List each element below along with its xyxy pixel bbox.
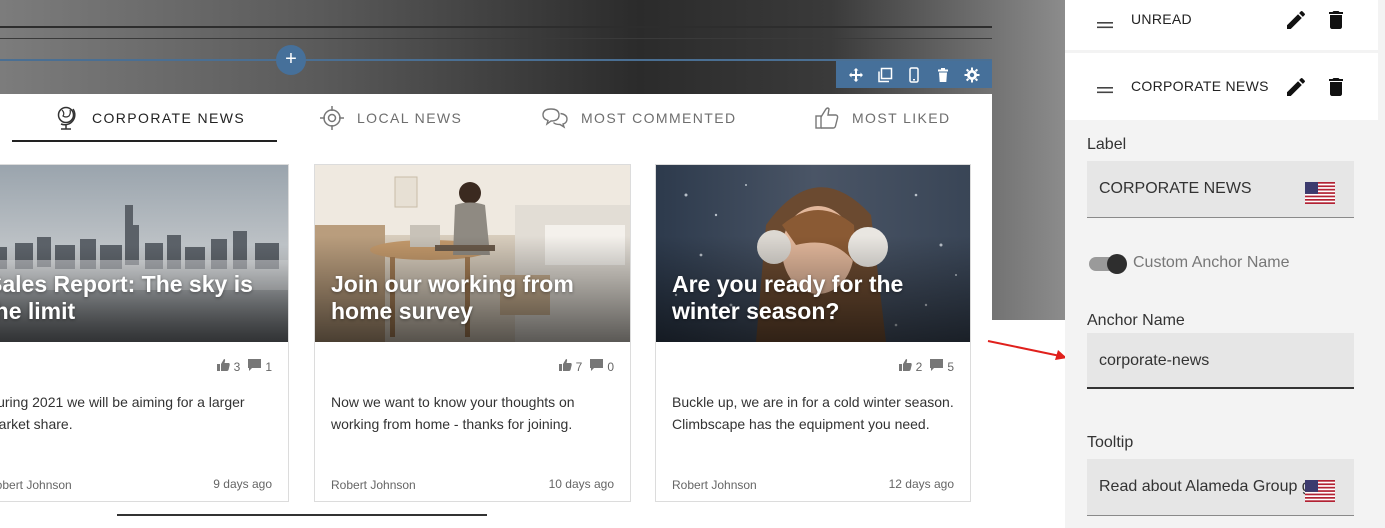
settings-icon[interactable]: [963, 66, 981, 84]
edit-icon[interactable]: [1284, 75, 1308, 99]
tab-label: CORPORATE NEWS: [92, 110, 246, 126]
card-stats: 2 5: [898, 359, 954, 374]
tab-label: LOCAL NEWS: [357, 110, 463, 126]
label-field-value: CORPORATE NEWS: [1099, 180, 1252, 197]
drag-handle-icon[interactable]: [1097, 17, 1113, 35]
anchor-field-label: Anchor Name: [1087, 312, 1185, 329]
news-card[interactable]: Sales Report: The sky is the limit 3 1 D…: [0, 164, 289, 502]
comment-count: 5: [947, 359, 954, 374]
carousel-indicator[interactable]: [117, 514, 487, 516]
edit-icon[interactable]: [1284, 8, 1308, 32]
comments-icon: [541, 105, 569, 131]
duplicate-icon[interactable]: [876, 66, 894, 84]
card-date: 12 days ago: [888, 477, 954, 491]
delete-icon[interactable]: [1324, 75, 1348, 99]
like-count: 2: [915, 359, 923, 374]
drag-handle-icon[interactable]: [1097, 82, 1113, 100]
us-flag-icon[interactable]: [1305, 182, 1335, 204]
crosshair-icon: [319, 105, 345, 131]
thumbs-up-icon: [898, 359, 912, 374]
card-summary: During 2021 we will be aiming for a larg…: [0, 394, 245, 432]
tab-local-news[interactable]: LOCAL NEWS: [319, 94, 462, 142]
annotation-arrow: [987, 340, 1065, 360]
label-field[interactable]: CORPORATE NEWS: [1087, 161, 1354, 218]
tab-label: MOST LIKED: [852, 110, 951, 126]
toggle-knob: [1107, 254, 1127, 274]
tab-most-commented[interactable]: MOST COMMENTED: [541, 94, 736, 142]
news-card[interactable]: Join our working from home survey 7 0 No…: [314, 164, 631, 502]
list-item-label: UNREAD: [1131, 11, 1192, 27]
card-title[interactable]: Are you ready for the winter season?: [672, 271, 958, 325]
card-summary: Buckle up, we are in for a cold winter s…: [672, 394, 954, 432]
hero-divider: [0, 26, 992, 28]
comment-icon: [930, 359, 944, 374]
thumbs-up-icon: [216, 359, 230, 374]
card-date: 10 days ago: [548, 477, 614, 491]
like-count: 3: [233, 359, 241, 374]
delete-icon[interactable]: [1324, 8, 1348, 32]
custom-anchor-label: Custom Anchor Name: [1133, 254, 1290, 271]
card-author: Robert Johnson: [672, 478, 757, 492]
widget-toolbar: [836, 61, 992, 88]
tab-most-liked[interactable]: MOST LIKED: [814, 94, 951, 142]
card-stats: 3 1: [216, 359, 272, 374]
thumbs-up-icon: [814, 105, 840, 131]
card-title[interactable]: Join our working from home survey: [331, 271, 618, 325]
anchor-name-field[interactable]: corporate-news: [1087, 333, 1354, 389]
settings-panel: UNREAD CORPORATE NEWS Label CORPORATE NE…: [1065, 0, 1385, 528]
card-author: Robert Johnson: [331, 478, 416, 492]
custom-anchor-toggle[interactable]: [1089, 252, 1127, 274]
delete-icon[interactable]: [934, 66, 952, 84]
list-item-label: CORPORATE NEWS: [1131, 78, 1269, 94]
comment-count: 1: [265, 359, 272, 374]
tab-bar: CORPORATE NEWS LOCAL NEWS MOST COMMENTED: [0, 94, 992, 144]
news-card[interactable]: Are you ready for the winter season? 2 5…: [655, 164, 971, 502]
panel-list-item[interactable]: UNREAD: [1065, 0, 1378, 50]
us-flag-icon[interactable]: [1305, 480, 1335, 502]
anchor-field-value: corporate-news: [1099, 352, 1210, 369]
label-field-label: Label: [1087, 136, 1127, 153]
comment-count: 0: [607, 359, 614, 374]
globe-icon: [54, 105, 80, 131]
card-stats: 7 0: [558, 359, 614, 374]
comment-icon: [590, 359, 604, 374]
panel-list-item[interactable]: CORPORATE NEWS: [1065, 53, 1378, 120]
comment-icon: [248, 359, 262, 374]
news-tabs-widget: CORPORATE NEWS LOCAL NEWS MOST COMMENTED: [0, 94, 992, 528]
tab-corporate-news[interactable]: CORPORATE NEWS: [54, 94, 245, 142]
tab-label: MOST COMMENTED: [581, 110, 737, 126]
like-count: 7: [575, 359, 583, 374]
card-title[interactable]: Sales Report: The sky is the limit: [0, 271, 276, 325]
tooltip-field-label: Tooltip: [1087, 434, 1134, 451]
active-tab-indicator: [12, 140, 277, 142]
mobile-icon[interactable]: [905, 66, 923, 84]
tooltip-field-value: Read about Alameda Group g: [1099, 478, 1305, 495]
tooltip-field[interactable]: Read about Alameda Group g: [1087, 459, 1354, 516]
page-canvas: + CORPORATE NEWS LOCAL NEWS MOST COMMENT…: [0, 0, 1065, 528]
thumbs-up-icon: [558, 359, 572, 374]
card-date: 9 days ago: [213, 477, 272, 491]
hero-divider: [0, 38, 992, 39]
card-author: Robert Johnson: [0, 478, 72, 492]
move-icon[interactable]: [847, 66, 865, 84]
card-summary: Now we want to know your thoughts on wor…: [331, 394, 575, 432]
add-section-button[interactable]: +: [276, 45, 306, 75]
